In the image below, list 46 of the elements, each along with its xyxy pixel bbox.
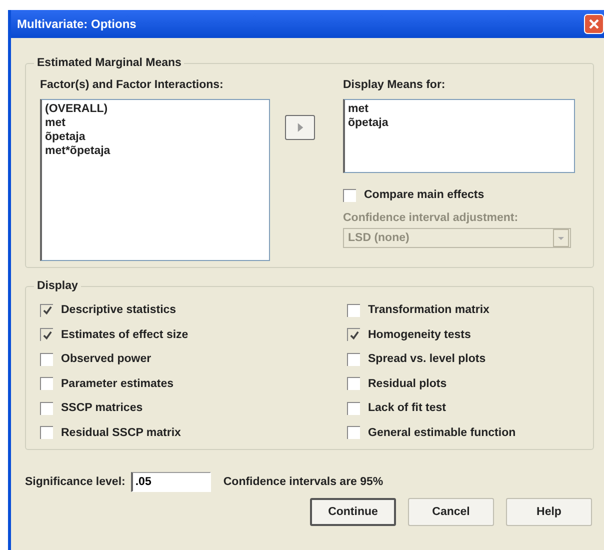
checkbox-label: Parameter estimates (61, 378, 174, 390)
checkbox[interactable] (347, 426, 360, 440)
checkbox-label: General estimable function (368, 426, 516, 439)
checkbox[interactable] (347, 402, 360, 415)
group-legend: Display (34, 280, 81, 292)
checkbox-label: SSCP matrices (61, 402, 143, 414)
list-label: Factor(s) and Factor Interactions: (40, 79, 224, 91)
checkbox[interactable] (347, 352, 360, 366)
factors-list[interactable]: (OVERALL) met õpetaja met*õpetaja (40, 99, 270, 261)
dialog-button[interactable]: Continue (310, 498, 396, 526)
note-text: Confidence intervals are 95% (223, 476, 384, 488)
list-item[interactable]: õpetaja (45, 130, 266, 144)
significance-field[interactable]: .05 (131, 472, 212, 492)
dialog-button[interactable]: Cancel (408, 498, 494, 526)
checkbox-label: Descriptive statistics (61, 304, 176, 316)
checkbox-label: Lack of fit test (368, 402, 446, 414)
checkbox-label: Estimates of effect size (61, 328, 188, 341)
list-item[interactable]: õpetaja (348, 116, 571, 130)
checkbox[interactable] (347, 377, 360, 390)
checkbox-label: Spread vs. level plots (368, 353, 486, 366)
list-item[interactable]: met*õpetaja (45, 144, 266, 158)
move-button[interactable] (285, 115, 315, 140)
list-label: Display Means for: (343, 79, 446, 91)
checkbox[interactable] (40, 377, 53, 390)
right-arrow-icon (296, 123, 304, 132)
checkbox[interactable] (347, 304, 360, 317)
checkbox-label: Observed power (61, 353, 152, 366)
list-item[interactable]: (OVERALL) (45, 102, 266, 116)
field-label: Significance level: (25, 476, 126, 488)
display-means-list[interactable]: met õpetaja (343, 99, 575, 173)
checkbox-label: Residual plots (368, 378, 447, 390)
dialog-button[interactable]: Help (506, 498, 592, 526)
list-item[interactable]: met (45, 116, 266, 130)
dropdown-label: Confidence interval adjustment: (343, 212, 520, 224)
checkbox[interactable] (343, 188, 356, 202)
window-title: Multivariate: Options (17, 17, 136, 31)
checkbox-label: Homogeneity tests (368, 328, 471, 341)
close-icon[interactable] (584, 14, 604, 34)
checkbox-label: Compare main effects (364, 189, 484, 202)
list-item[interactable]: met (348, 102, 571, 116)
checkbox[interactable] (40, 402, 53, 415)
checkbox[interactable] (40, 426, 53, 440)
checkbox[interactable] (40, 352, 53, 366)
group-legend: Estimated Marginal Means (34, 57, 184, 69)
checkbox-label: Residual SSCP matrix (61, 426, 181, 439)
checkbox-label: Transformation matrix (368, 304, 490, 316)
